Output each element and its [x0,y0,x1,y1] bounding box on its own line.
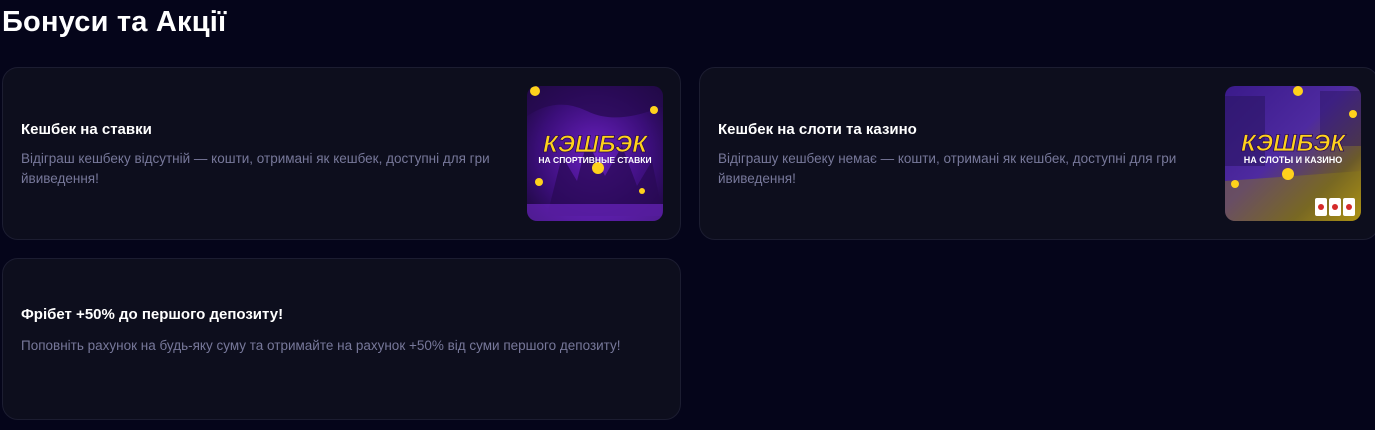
bonus-card-casino-cashback[interactable]: Кешбек на слоти та казино Відіграшу кешб… [699,67,1375,240]
casino-cashback-promo-image: КЭШБЭК НА СЛОТЫ И КАЗИНО [1225,86,1361,221]
bonus-card-freebet[interactable]: Фрібет +50% до першого депозиту! Поповні… [2,258,681,420]
promo-headline: КЭШБЭК [543,131,649,158]
bonus-card-sports-cashback[interactable]: Кешбек на ставки Відіграш кешбеку відсут… [2,67,681,240]
card-description: Відіграшу кешбеку немає — кошти, отриман… [718,151,1177,186]
page-title: Бонуси та Акції [2,6,227,38]
promo-subline: НА СЛОТЫ И КАЗИНО [1244,155,1342,165]
promo-headline: КЭШБЭК [1241,130,1347,157]
card-title: Кешбек на слоти та казино [718,121,917,138]
card-description: Відіграш кешбеку відсутній — кошти, отри… [21,151,490,186]
card-title: Кешбек на ставки [21,121,152,138]
card-title: Фрібет +50% до першого депозиту! [21,306,284,323]
promo-subline: НА СПОРТИВНЫЕ СТАВКИ [538,155,651,165]
sports-cashback-promo-image: КЭШБЭК НА СПОРТИВНЫЕ СТАВКИ [527,86,663,221]
card-description: Поповніть рахунок на будь-яку суму та от… [21,338,621,353]
